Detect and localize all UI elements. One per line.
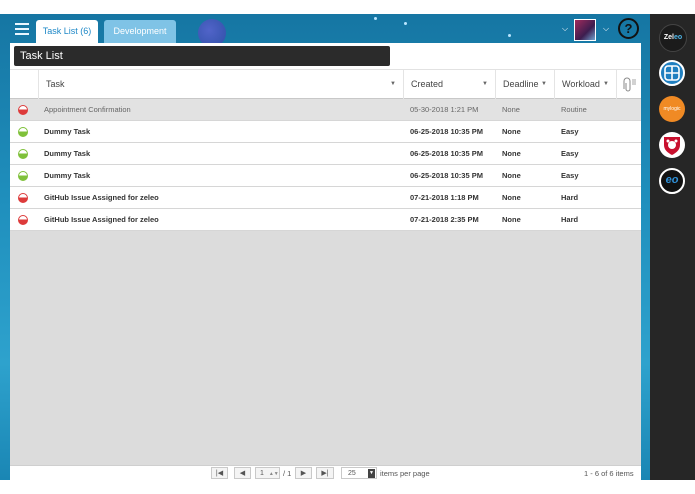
items-per-page-label: items per page (380, 469, 430, 478)
table-row[interactable]: Dummy Task 06-25-2018 10:35 PM None Easy (10, 165, 641, 187)
task-cell: Dummy Task (44, 149, 91, 158)
tab-development[interactable]: Development (104, 20, 176, 43)
column-header-task[interactable]: Task ▼ (38, 70, 403, 99)
prev-page-icon[interactable]: ◀ (234, 467, 251, 479)
status-indicator-icon (18, 127, 28, 137)
column-header-attachments[interactable] (616, 70, 641, 99)
paperclip-icon (623, 77, 636, 92)
column-header-deadline-label: Deadline (503, 79, 539, 89)
app-window: Task List (6) Development ⌵ ⌵ ? Task Lis… (0, 14, 650, 480)
task-cell: GitHub Issue Assigned for zeleo (44, 215, 159, 224)
status-indicator-icon (18, 215, 28, 225)
status-column-header (10, 70, 38, 99)
top-bar: Task List (6) Development ⌵ ⌵ ? (0, 14, 650, 47)
task-list-panel: Task List Task ▼ Created ▼ Deadline ▼ Wo… (10, 43, 641, 480)
avatar[interactable] (574, 19, 596, 41)
deadline-cell: None (502, 149, 521, 158)
page-size-select[interactable]: 25 ▼ (341, 467, 377, 479)
eo-app-icon[interactable]: eo (659, 168, 685, 194)
chevron-down-icon[interactable]: ▼ (390, 70, 396, 99)
table-row[interactable]: Appointment Confirmation 05-30-2018 1:21… (10, 99, 641, 121)
chevron-down-icon[interactable]: ▼ (541, 70, 547, 99)
workload-cell: Routine (561, 105, 587, 114)
chevron-down-icon[interactable]: ▼ (603, 70, 609, 99)
decorative-dot (404, 22, 407, 25)
total-pages: / 1 (283, 469, 292, 478)
shield-app-icon[interactable] (659, 132, 685, 158)
decorative-dot (374, 17, 377, 20)
workload-cell: Easy (561, 171, 579, 180)
tab-task-list[interactable]: Task List (6) (36, 20, 98, 43)
mylogic-app-icon[interactable]: mylogic (659, 96, 685, 122)
next-page-icon[interactable]: ▶ (295, 467, 312, 479)
page-number-value: 1 (260, 470, 264, 477)
panel-header: Task List (10, 43, 641, 69)
created-cell: 06-25-2018 10:35 PM (410, 149, 483, 158)
table-row[interactable]: Dummy Task 06-25-2018 10:35 PM None Easy (10, 121, 641, 143)
last-page-icon[interactable]: ▶| (316, 467, 334, 479)
status-indicator-icon (18, 171, 28, 181)
created-cell: 06-25-2018 10:35 PM (410, 127, 483, 136)
deadline-cell: None (502, 171, 521, 180)
task-cell: Dummy Task (44, 171, 91, 180)
created-cell: 07-21-2018 2:35 PM (410, 215, 479, 224)
deadline-cell: None (502, 127, 521, 136)
first-page-icon[interactable]: |◀ (211, 467, 228, 479)
table-row[interactable]: GitHub Issue Assigned for zeleo 07-21-20… (10, 209, 641, 231)
pager-summary: 1 - 6 of 6 items (584, 469, 634, 478)
created-cell: 06-25-2018 10:35 PM (410, 171, 483, 180)
workload-cell: Hard (561, 215, 579, 224)
workload-cell: Hard (561, 193, 579, 202)
panel-title: Task List (14, 46, 390, 66)
table-row[interactable]: GitHub Issue Assigned for zeleo 07-21-20… (10, 187, 641, 209)
help-icon[interactable]: ? (618, 18, 639, 39)
shield-icon (664, 137, 680, 155)
deadline-cell: None (502, 215, 521, 224)
zeleo-logo[interactable]: Zeleo (659, 24, 687, 52)
hub-app-icon[interactable] (659, 60, 685, 86)
grid-header: Task ▼ Created ▼ Deadline ▼ Workload ▼ (10, 69, 641, 99)
deadline-cell: None (502, 193, 521, 202)
stepper-icon[interactable]: ▲▼ (269, 471, 279, 477)
column-header-workload[interactable]: Workload ▼ (554, 70, 616, 99)
workload-cell: Easy (561, 127, 579, 136)
status-indicator-icon (18, 193, 28, 203)
menu-icon[interactable] (15, 23, 29, 35)
created-cell: 05-30-2018 1:21 PM (410, 105, 479, 114)
decorative-dot (508, 34, 511, 37)
task-cell: GitHub Issue Assigned for zeleo (44, 193, 159, 202)
table-row[interactable]: Dummy Task 06-25-2018 10:35 PM None Easy (10, 143, 641, 165)
column-header-deadline[interactable]: Deadline ▼ (495, 70, 554, 99)
column-header-workload-label: Workload (562, 79, 600, 89)
column-header-task-label: Task (46, 79, 65, 89)
workload-cell: Easy (561, 149, 579, 158)
page-number-input[interactable]: 1 ▲▼ (255, 467, 280, 479)
task-cell: Appointment Confirmation (44, 105, 131, 114)
chevron-down-icon[interactable]: ▼ (482, 70, 488, 99)
created-cell: 07-21-2018 1:18 PM (410, 193, 479, 202)
task-cell: Dummy Task (44, 127, 91, 136)
chevron-down-icon[interactable]: ⌵ (603, 24, 609, 34)
chevron-down-icon[interactable]: ⌵ (562, 24, 568, 34)
chevron-down-icon[interactable]: ▼ (368, 469, 375, 478)
column-header-created-label: Created (411, 79, 444, 89)
status-indicator-icon (18, 149, 28, 159)
column-header-created[interactable]: Created ▼ (403, 70, 495, 99)
page-size-value: 25 (348, 470, 356, 477)
grid-icon (664, 65, 680, 81)
deadline-cell: None (502, 105, 520, 114)
app-sidebar: Zeleo mylogic eo (650, 14, 695, 480)
status-indicator-icon (18, 105, 28, 115)
pager: |◀ ◀ 1 ▲▼ / 1 ▶ ▶| 25 ▼ items per page 1… (10, 465, 641, 480)
